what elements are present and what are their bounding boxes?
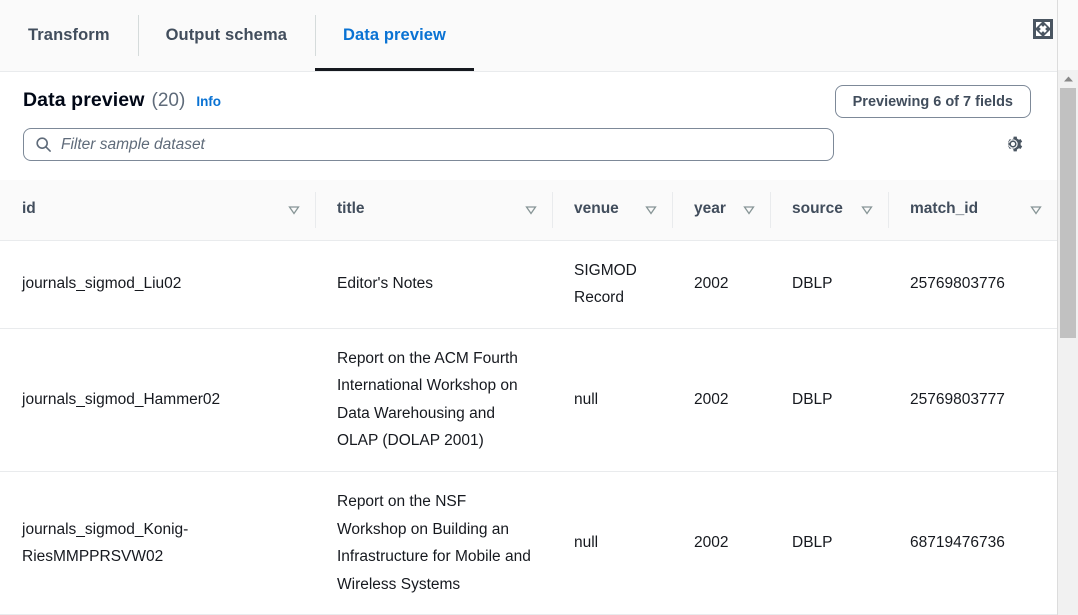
column-header-venue[interactable]: venue bbox=[552, 180, 672, 240]
search-icon bbox=[35, 136, 52, 153]
caret-down-icon[interactable] bbox=[1029, 203, 1043, 217]
column-header-year-label: year bbox=[694, 200, 726, 219]
tab-output-schema[interactable]: Output schema bbox=[138, 0, 315, 71]
data-preview-panel: Transform Output schema Data preview bbox=[0, 0, 1078, 615]
cell-title: Editor's Notes bbox=[315, 240, 552, 328]
cell-year: 2002 bbox=[672, 328, 770, 471]
table-body: journals_sigmod_Liu02 Editor's Notes SIG… bbox=[0, 240, 1057, 615]
cell-venue: null bbox=[552, 471, 672, 614]
tab-data-preview[interactable]: Data preview bbox=[315, 0, 474, 71]
column-header-id[interactable]: id bbox=[0, 180, 315, 240]
scrollbar-thumb[interactable] bbox=[1060, 88, 1076, 338]
cell-venue: SIGMOD Record bbox=[552, 240, 672, 328]
column-header-year[interactable]: year bbox=[672, 180, 770, 240]
scrollbar-top-gap bbox=[1057, 0, 1078, 70]
page-title-text: Data preview bbox=[23, 89, 145, 112]
tab-output-schema-label: Output schema bbox=[166, 26, 287, 45]
cell-match-id: 25769803777 bbox=[888, 328, 1057, 471]
column-header-source-label: source bbox=[792, 200, 843, 219]
column-header-title-label: title bbox=[337, 200, 365, 219]
table-row[interactable]: journals_sigmod_Konig-RiesMMPPRSVW02 Rep… bbox=[0, 471, 1057, 614]
cell-id: journals_sigmod_Konig-RiesMMPPRSVW02 bbox=[0, 471, 315, 614]
tab-data-preview-label: Data preview bbox=[343, 26, 446, 45]
cell-source: DBLP bbox=[770, 328, 888, 471]
page-title: Data preview (20) Info bbox=[23, 89, 221, 112]
cell-title: Report on the ACM Fourth International W… bbox=[315, 328, 552, 471]
scroll-up-arrow-icon[interactable] bbox=[1058, 70, 1078, 88]
cell-year: 2002 bbox=[672, 471, 770, 614]
tab-transform-label: Transform bbox=[28, 26, 110, 45]
expand-fullscreen-icon[interactable] bbox=[1030, 16, 1056, 42]
cell-match-id: 25769803776 bbox=[888, 240, 1057, 328]
cell-source: DBLP bbox=[770, 240, 888, 328]
column-header-venue-label: venue bbox=[574, 200, 619, 219]
gear-icon[interactable] bbox=[999, 130, 1027, 158]
info-link[interactable]: Info bbox=[196, 94, 221, 109]
data-preview-table-scroll: id title bbox=[0, 180, 1057, 615]
table-header-row: id title bbox=[0, 180, 1057, 240]
tab-bar: Transform Output schema Data preview bbox=[0, 0, 1078, 72]
column-header-match-id[interactable]: match_id bbox=[888, 180, 1057, 240]
caret-down-icon[interactable] bbox=[742, 203, 756, 217]
column-header-match-id-label: match_id bbox=[910, 200, 978, 219]
cell-year: 2002 bbox=[672, 240, 770, 328]
table-row[interactable]: journals_sigmod_Hammer02 Report on the A… bbox=[0, 328, 1057, 471]
column-header-source[interactable]: source bbox=[770, 180, 888, 240]
cell-id: journals_sigmod_Hammer02 bbox=[0, 328, 315, 471]
search-input[interactable] bbox=[61, 136, 822, 154]
caret-down-icon[interactable] bbox=[860, 203, 874, 217]
data-preview-table: id title bbox=[0, 180, 1057, 615]
cell-title: Report on the NSF Workshop on Building a… bbox=[315, 471, 552, 614]
previewing-fields-button[interactable]: Previewing 6 of 7 fields bbox=[835, 85, 1031, 118]
column-header-id-label: id bbox=[22, 200, 36, 219]
filter-search-box[interactable] bbox=[23, 128, 834, 161]
tab-list: Transform Output schema Data preview bbox=[0, 0, 474, 71]
caret-down-icon[interactable] bbox=[644, 203, 658, 217]
cell-id: journals_sigmod_Liu02 bbox=[0, 240, 315, 328]
vertical-scrollbar[interactable] bbox=[1057, 70, 1078, 615]
cell-match-id: 68719476736 bbox=[888, 471, 1057, 614]
cell-venue: null bbox=[552, 328, 672, 471]
page-title-count: (20) bbox=[152, 90, 186, 112]
tab-transform[interactable]: Transform bbox=[0, 0, 138, 71]
panel-header: Data preview (20) Info Previewing 6 of 7… bbox=[0, 72, 1057, 180]
previewing-fields-label: Previewing 6 of 7 fields bbox=[853, 94, 1013, 110]
column-header-title[interactable]: title bbox=[315, 180, 552, 240]
caret-down-icon[interactable] bbox=[287, 203, 301, 217]
cell-source: DBLP bbox=[770, 471, 888, 614]
caret-down-icon[interactable] bbox=[524, 203, 538, 217]
table-row[interactable]: journals_sigmod_Liu02 Editor's Notes SIG… bbox=[0, 240, 1057, 328]
